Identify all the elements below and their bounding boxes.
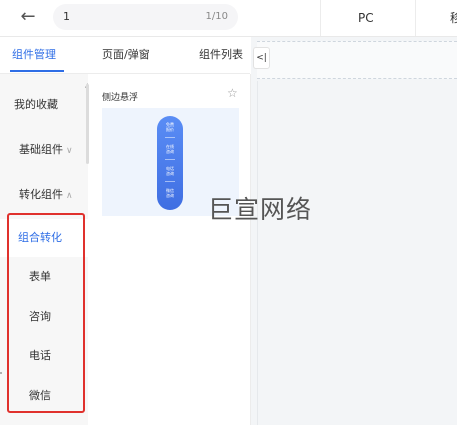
page-indicator[interactable]: 1 1/10 — [53, 4, 238, 30]
pill-label: 免费 报价 — [166, 122, 174, 132]
divider — [320, 0, 321, 36]
page-current: 1 — [63, 10, 70, 23]
tab-component-manage[interactable]: 组件管理 — [12, 37, 56, 73]
sidebar-item-favorites[interactable]: 我的收藏 — [0, 86, 102, 124]
tab-mobile[interactable]: 移 — [450, 0, 457, 36]
tab-component-list[interactable]: 组件列表 — [199, 37, 243, 73]
divider — [165, 159, 175, 160]
panel-tabs: 组件管理 页面/弹窗 组件列表 — [0, 37, 250, 74]
chevron-up-icon: ∧ — [66, 191, 73, 201]
divider — [415, 0, 416, 36]
collapse-panel-button[interactable]: <| — [253, 47, 270, 69]
canvas-column-line — [257, 81, 258, 425]
side-float-preview: 免费 报价 在线 咨询 电话 咨询 微信 咨询 — [157, 116, 183, 210]
sidebar-item-label: 我的收藏 — [14, 98, 58, 111]
stray-dot — [0, 372, 2, 374]
component-title: 侧边悬浮 — [102, 93, 139, 103]
chevron-down-icon: ∨ — [66, 146, 73, 156]
sidebar-item-label: 基础组件 — [19, 143, 63, 156]
highlight-box — [7, 213, 85, 413]
divider — [165, 137, 175, 138]
canvas-header-strip — [257, 41, 457, 79]
editor-canvas[interactable] — [251, 37, 457, 425]
star-icon[interactable]: ☆ — [227, 86, 238, 100]
pill-label: 微信 咨询 — [166, 188, 174, 198]
active-tab-indicator — [10, 70, 64, 72]
top-bar: ← 1 1/10 PC 移 — [0, 0, 457, 37]
divider — [165, 181, 175, 182]
back-arrow-icon[interactable]: ← — [16, 5, 40, 29]
component-list: 侧边悬浮 ☆ 免费 报价 在线 咨询 电话 咨询 微信 咨询 — [89, 74, 251, 425]
tab-pc[interactable]: PC — [358, 0, 374, 36]
sidebar-item-label: 转化组件 — [19, 188, 63, 201]
pill-label: 在线 咨询 — [166, 144, 174, 154]
page-total: 1/10 — [205, 11, 228, 22]
tab-page-popup[interactable]: 页面/弹窗 — [102, 37, 150, 73]
watermark: 巨宣网络 — [208, 195, 313, 224]
pill-label: 电话 咨询 — [166, 166, 174, 176]
